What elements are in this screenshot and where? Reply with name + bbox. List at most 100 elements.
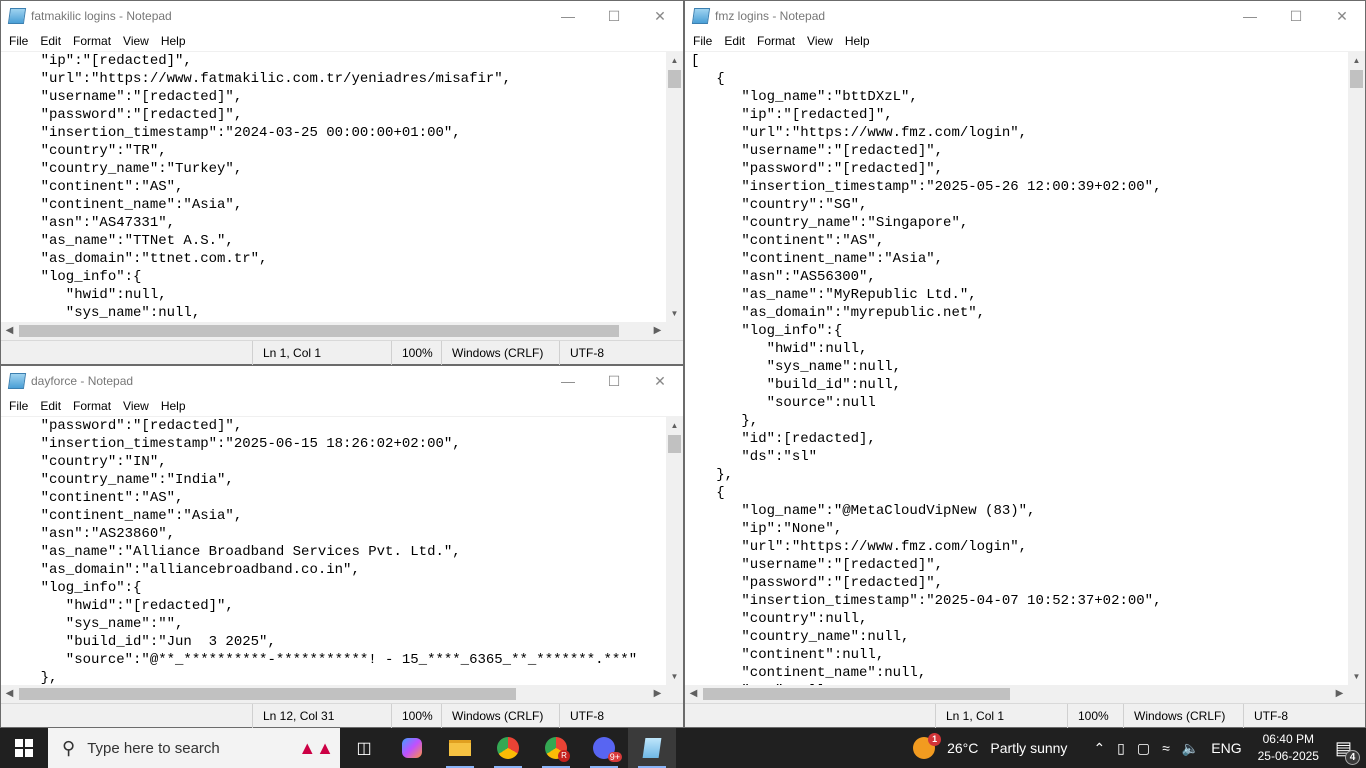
text-line: "continent_name":"Asia", [691,251,944,267]
minimize-button[interactable]: — [545,366,591,396]
weather-temperature[interactable]: 26°C [947,740,978,756]
text-content[interactable]: [ { "log_name":"bttDXzL", "ip":"[redacte… [691,52,1347,685]
horizontal-scrollbar[interactable]: ◀ ▶ [1,685,683,703]
scroll-right-icon[interactable]: ▶ [649,685,666,703]
notification-center-icon[interactable]: ▤ 4 [1335,738,1360,765]
taskbar: ⚲ Type here to search ▲▲ ◫ R 9+ 1 26°C P… [0,728,1366,768]
vertical-scrollbar[interactable]: ▲ ▼ [1348,52,1365,685]
wifi-icon[interactable]: ≈ [1162,740,1170,756]
text-content[interactable]: "password":"[redacted]", "insertion_time… [7,417,665,685]
chrome-profile-button[interactable]: R [532,728,580,768]
menu-view[interactable]: View [117,399,155,413]
notepad-icon [7,8,27,24]
clock[interactable]: 06:40 PM 25-06-2025 [1258,731,1319,765]
title-bar[interactable]: dayforce - Notepad — ☐ ✕ [1,366,683,396]
notepad-taskbar-button[interactable] [628,728,676,768]
weather-icon[interactable]: 1 [913,733,942,759]
title-bar[interactable]: fmz logins - Notepad — ☐ ✕ [685,1,1365,31]
menu-edit[interactable]: Edit [718,34,751,48]
text-line: "insertion_timestamp":"2025-06-15 18:26:… [7,436,461,452]
chrome-button[interactable] [484,728,532,768]
text-line: "country_name":"Turkey", [7,161,243,177]
scroll-left-icon[interactable]: ◀ [1,685,18,703]
scroll-down-icon[interactable]: ▼ [666,668,683,685]
task-view-icon: ◫ [356,740,372,757]
text-content[interactable]: "ip":"[redacted]", "url":"https://www.fa… [7,52,665,322]
scroll-left-icon[interactable]: ◀ [1,322,18,340]
text-editor[interactable]: [ { "log_name":"bttDXzL", "ip":"[redacte… [685,51,1365,685]
menu-format[interactable]: Format [67,34,117,48]
clock-date: 25-06-2025 [1257,749,1319,763]
menu-edit[interactable]: Edit [34,399,67,413]
menu-view[interactable]: View [801,34,839,48]
task-view-button[interactable]: ◫ [340,728,388,768]
text-line: "log_name":"@MetaCloudVipNew (83)", [691,503,1036,519]
maximize-button[interactable]: ☐ [591,1,637,31]
file-explorer-button[interactable] [436,728,484,768]
menu-file[interactable]: File [687,34,718,48]
search-icon: ⚲ [62,737,76,758]
menu-edit[interactable]: Edit [34,34,67,48]
menu-help[interactable]: Help [155,34,192,48]
scroll-up-icon[interactable]: ▲ [666,417,683,434]
text-line: "as_domain":"alliancebroadband.co.in", [7,562,360,578]
text-line: "hwid":"[redacted]", [7,598,234,614]
notepad-window-fmz: fmz logins - Notepad — ☐ ✕ File Edit Forma… [684,0,1366,728]
weather-condition[interactable]: Partly sunny [990,740,1067,756]
menu-format[interactable]: Format [751,34,801,48]
text-line: "url":"https://www.fmz.com/login", [691,539,1028,555]
text-line: "ip":"None", [691,521,843,537]
discord-badge: 9+ [607,752,622,762]
horizontal-scroll-thumb[interactable] [19,688,516,700]
vertical-scrollbar[interactable]: ▲ ▼ [666,417,683,685]
taskbar-search-box[interactable]: ⚲ Type here to search ▲▲ [48,728,340,768]
menu-format[interactable]: Format [67,399,117,413]
text-line: "sys_name":null, [691,359,902,375]
scroll-down-icon[interactable]: ▼ [1348,668,1365,685]
menu-bar: File Edit Format View Help [685,31,1365,51]
text-editor[interactable]: "password":"[redacted]", "insertion_time… [1,416,683,685]
maximize-button[interactable]: ☐ [1273,1,1319,31]
camera-icon[interactable]: ▢ [1137,740,1150,757]
scroll-up-icon[interactable]: ▲ [666,52,683,69]
menu-file[interactable]: File [3,399,34,413]
minimize-button[interactable]: — [545,1,591,31]
battery-icon[interactable]: ▯ [1117,740,1125,757]
notification-count: 4 [1345,749,1360,765]
scroll-right-icon[interactable]: ▶ [1331,685,1348,703]
discord-button[interactable]: 9+ [580,728,628,768]
menu-file[interactable]: File [3,34,34,48]
system-tray: 1 26°C Partly sunny ⌃ ▯ ▢ ≈ 🔈 ENG 06:40 … [907,728,1366,768]
vertical-scroll-thumb[interactable] [1350,70,1363,88]
volume-icon[interactable]: 🔈 [1182,740,1199,757]
copilot-button[interactable] [388,728,436,768]
horizontal-scrollbar[interactable]: ◀ ▶ [1,322,683,340]
title-bar[interactable]: fatmakilic logins - Notepad — ☐ ✕ [1,1,683,31]
menu-view[interactable]: View [117,34,155,48]
scroll-left-icon[interactable]: ◀ [685,685,702,703]
window-title: fatmakilic logins - Notepad [31,9,172,23]
scroll-up-icon[interactable]: ▲ [1348,52,1365,69]
language-indicator[interactable]: ENG [1211,740,1241,756]
horizontal-scroll-thumb[interactable] [703,688,1010,700]
vertical-scroll-thumb[interactable] [668,70,681,88]
scroll-right-icon[interactable]: ▶ [649,322,666,340]
text-line: "build_id":"Jun 3 2025", [7,634,276,650]
close-button[interactable]: ✕ [1319,1,1365,31]
scroll-down-icon[interactable]: ▼ [666,305,683,322]
vertical-scrollbar[interactable]: ▲ ▼ [666,52,683,322]
text-editor[interactable]: "ip":"[redacted]", "url":"https://www.fa… [1,51,683,322]
text-line: "password":"[redacted]", [691,161,944,177]
menu-help[interactable]: Help [839,34,876,48]
horizontal-scroll-thumb[interactable] [19,325,619,337]
start-button[interactable] [0,728,48,768]
menu-help[interactable]: Help [155,399,192,413]
close-button[interactable]: ✕ [637,1,683,31]
vertical-scroll-thumb[interactable] [668,435,681,453]
maximize-button[interactable]: ☐ [591,366,637,396]
show-hidden-icons[interactable]: ⌃ [1093,740,1105,757]
text-line: "country_name":"Singapore", [691,215,969,231]
close-button[interactable]: ✕ [637,366,683,396]
horizontal-scrollbar[interactable]: ◀ ▶ [685,685,1365,703]
minimize-button[interactable]: — [1227,1,1273,31]
